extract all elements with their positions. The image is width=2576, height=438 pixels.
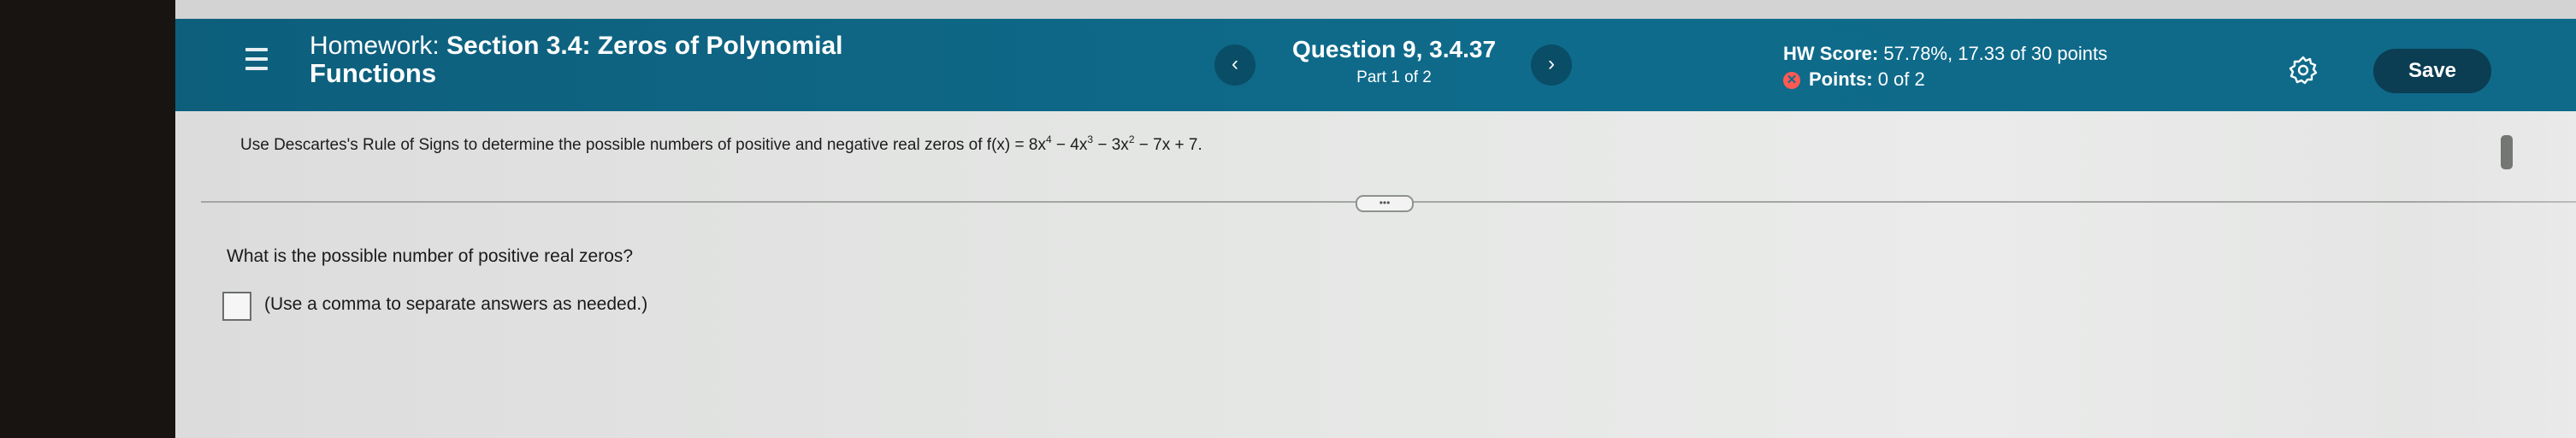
- answer-hint: (Use a comma to separate answers as need…: [264, 294, 648, 314]
- header-bar: Homework: Section 3.4: Zeros of Polynomi…: [175, 19, 2576, 111]
- hamburger-menu-icon[interactable]: [245, 48, 268, 74]
- save-button[interactable]: Save: [2373, 49, 2491, 93]
- title-section: Section 3.4: Zeros of Polynomial: [446, 32, 843, 60]
- gear-icon[interactable]: [2288, 55, 2319, 86]
- answer-prompt: What is the possible number of positive …: [227, 246, 634, 266]
- hw-score-label: HW Score:: [1783, 43, 1879, 64]
- page-title: Homework: Section 3.4: Zeros of Polynomi…: [310, 33, 842, 87]
- points-label: Points:: [1809, 68, 1873, 90]
- points-status: ✕ Points: 0 of 2: [1783, 68, 1925, 91]
- exponent-4: 4: [1045, 133, 1052, 145]
- title-prefix: Homework:: [310, 32, 440, 60]
- question-statement: Use Descartes's Rule of Signs to determi…: [240, 133, 1202, 155]
- hw-score-value: 57.78%, 17.33 of 30 points: [1883, 43, 2108, 64]
- points-value: 0 of 2: [1877, 68, 1925, 90]
- x-circle-icon: ✕: [1783, 72, 1800, 90]
- exponent-2: 2: [1128, 133, 1135, 145]
- previous-question-button[interactable]: ‹: [1214, 44, 1256, 86]
- question-number: Question 9, 3.4.37: [1291, 36, 1497, 62]
- question-tail: − 7x + 7.: [1134, 136, 1202, 154]
- top-strip: [175, 0, 2576, 19]
- answer-input[interactable]: [222, 292, 251, 321]
- app-screen: Homework: Section 3.4: Zeros of Polynomi…: [175, 0, 2576, 438]
- hw-score: HW Score: 57.78%, 17.33 of 30 points: [1783, 43, 2107, 65]
- term-3: − 3x: [1093, 136, 1129, 154]
- question-part: Part 1 of 2: [1356, 68, 1432, 86]
- term-2: − 4x: [1051, 136, 1088, 154]
- title-line2: Functions: [310, 58, 437, 88]
- next-question-button[interactable]: ›: [1531, 44, 1572, 86]
- question-intro: Use Descartes's Rule of Signs to determi…: [240, 136, 1046, 154]
- screen-glare: [2416, 111, 2576, 438]
- expand-more-button[interactable]: •••: [1356, 195, 1414, 212]
